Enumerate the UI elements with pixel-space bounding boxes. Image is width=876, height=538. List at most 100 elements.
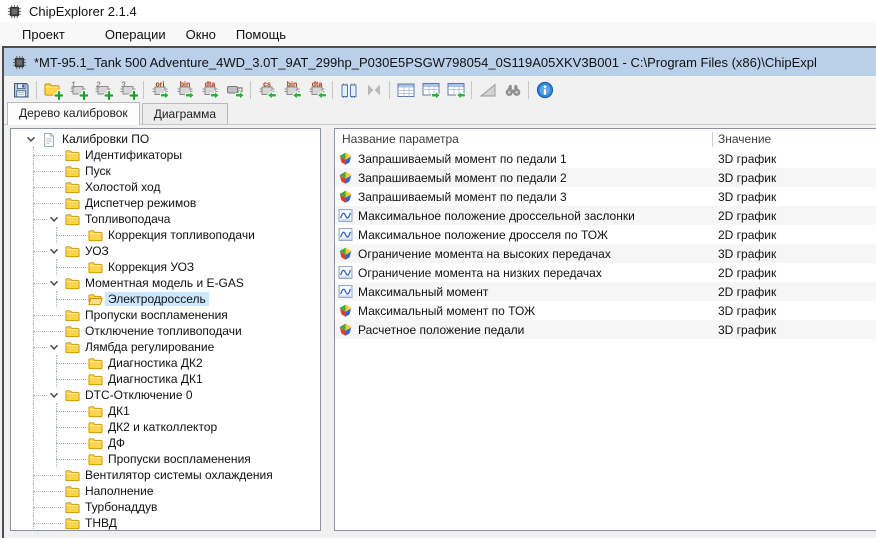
chevron-down-icon[interactable] [47,340,61,354]
info-button[interactable] [532,78,557,101]
tree-item[interactable]: Диспетчер режимов [11,195,320,211]
merge-chips-button [361,78,386,101]
folder-icon [88,420,103,434]
merge-x-icon [364,80,384,100]
param-name: Максимальный момент [358,285,488,299]
export-usb-button[interactable] [222,78,247,101]
folder-icon [65,276,80,290]
floppy-icon [11,80,31,100]
chevron-down-icon[interactable] [47,244,61,258]
add-chip-2-button[interactable]: 2 [90,78,115,101]
table-row[interactable]: Расчетное положение педали3D график [335,320,876,339]
compare-chips-button[interactable] [336,78,361,101]
tree-item[interactable]: Диагностика ДК2 [11,355,320,371]
import-dta-button[interactable]: dta [304,78,329,101]
tab-calibration-tree[interactable]: Дерево калибровок [7,102,140,125]
tree-item[interactable]: Идентификаторы [11,147,320,163]
table-import-button[interactable] [443,78,468,101]
chevron-down-icon[interactable] [47,276,61,290]
tree-item-label: ДФ [105,436,128,450]
tree-guide-line [56,411,86,412]
tab-diagram[interactable]: Диаграмма [142,103,228,124]
toolbar-separator [332,81,333,99]
table-row[interactable]: Ограничение момента на низких передачах2… [335,263,876,282]
folder-icon [88,356,103,370]
tree-item-label: Топливоподача [82,212,173,226]
tree-item[interactable]: Моментная модель и E-GAS [11,275,320,291]
import-bin-button[interactable]: bin [279,78,304,101]
table-button[interactable] [393,78,418,101]
folder-icon [65,196,80,210]
menu-item[interactable]: Окно [176,25,226,44]
3d-map-icon [338,322,353,337]
tree-item-label: Турбонаддув [82,500,160,514]
tree-guide-line [33,227,34,243]
chevron-down-icon[interactable] [47,212,61,226]
tree-guide-line [33,491,63,492]
chip-export-icon: bin [175,80,195,100]
menu-item[interactable]: Проект [12,25,75,44]
save-button[interactable] [8,78,33,101]
export-ori-button[interactable]: ori [147,78,172,101]
tree-item-label: УОЗ [82,244,112,258]
tree-item-label: Коррекция УОЗ [105,260,197,274]
menu-item[interactable]: Помощь [226,25,296,44]
tree-item[interactable]: ДК1 [11,403,320,419]
document-icon [42,132,57,146]
folder-icon [65,516,80,530]
table-row[interactable]: Максимальный момент2D график [335,282,876,301]
tree-item[interactable]: Лямбда регулирование [11,339,320,355]
table-row[interactable]: Запрашиваемый момент по педали 23D графи… [335,168,876,187]
folder-icon [65,484,80,498]
export-bin-button[interactable]: bin [172,78,197,101]
tree-item[interactable]: Наполнение [11,483,320,499]
folder-icon [65,324,80,338]
toolbar-separator [36,81,37,99]
folder-icon [88,260,103,274]
import-cs-button[interactable]: cs [254,78,279,101]
document-titlebar[interactable]: *MT-95.1_Tank 500 Adventure_4WD_3.0T_9AT… [4,48,876,76]
tree-item[interactable]: ТНВД [11,515,320,531]
tree-item[interactable]: Отключение топливоподачи [11,323,320,339]
tree-item[interactable]: Турбонаддув [11,499,320,515]
tree-item[interactable]: DTC-Отключение 0 [11,387,320,403]
calibration-tree: Калибровки ПОИдентификаторыПускХолостой … [10,128,321,531]
add-project-button[interactable] [40,78,65,101]
tree-item[interactable]: Холостой ход [11,179,320,195]
table-row[interactable]: Максимальное положение дросселя по ТОЖ2D… [335,225,876,244]
table-export-button[interactable] [418,78,443,101]
param-value-cell: 3D график [713,190,776,204]
tree-item[interactable]: Калибровки ПО [11,131,320,147]
add-chip-3-button[interactable]: 3 [115,78,140,101]
tree-item[interactable]: Топливоподача [11,211,320,227]
3d-map-icon [338,303,353,318]
tree-item[interactable]: Диагностика ДК1 [11,371,320,387]
param-value-cell: 3D график [713,323,776,337]
svg-text:bin: bin [286,81,297,88]
table-row[interactable]: Максимальное положение дроссельной засло… [335,206,876,225]
menu-item[interactable]: Операции [95,25,176,44]
chevron-down-icon[interactable] [24,132,38,146]
tree-item[interactable]: Пропуски воспламенения [11,307,320,323]
folder-icon [88,452,103,466]
table-row[interactable]: Максимальный момент по ТОЖ3D график [335,301,876,320]
chip-icon [12,55,27,70]
export-dta-button[interactable]: dta [197,78,222,101]
toolbar-separator [250,81,251,99]
table-row[interactable]: Ограничение момента на высоких передачах… [335,244,876,263]
chip-icon [7,4,22,19]
tree-item[interactable]: Коррекция УОЗ [11,259,320,275]
table-row[interactable]: Запрашиваемый момент по педали 33D графи… [335,187,876,206]
chevron-down-icon[interactable] [47,388,61,402]
tree-item[interactable]: Вентилятор системы охлаждения [11,467,320,483]
tree-item[interactable]: Пуск [11,163,320,179]
param-name: Запрашиваемый момент по педали 1 [358,152,567,166]
table-row[interactable]: Запрашиваемый момент по педали 13D графи… [335,149,876,168]
tree-item[interactable]: Коррекция топливоподачи [11,227,320,243]
tree-item[interactable]: ДК2 и катколлектор [11,419,320,435]
tree-item[interactable]: ДФ [11,435,320,451]
tree-item[interactable]: УОЗ [11,243,320,259]
tree-item[interactable]: Пропуски воспламенения [11,451,320,467]
add-chip-1-button[interactable]: 1 [65,78,90,101]
tree-item[interactable]: Электродроссель [11,291,320,307]
